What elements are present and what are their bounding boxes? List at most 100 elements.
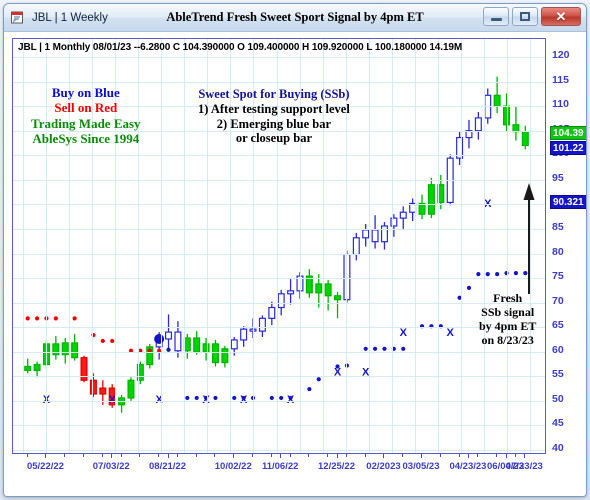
- stop-dot: [110, 338, 115, 344]
- price-badge-last: 101.22: [550, 141, 586, 156]
- candle-bar: [380, 222, 388, 250]
- date-tick-mark: [505, 454, 507, 458]
- candle-bar: [324, 280, 332, 311]
- stop-dot: [44, 316, 49, 321]
- close-button[interactable]: ✕: [541, 7, 581, 26]
- ssb-x-marker: X: [484, 198, 492, 210]
- ssb-x-marker: X: [43, 394, 51, 406]
- candle-bar: [315, 274, 323, 308]
- price-axis: 1201151101051009590858075706560555045401…: [550, 38, 586, 454]
- stop-dot: [138, 348, 143, 353]
- stop-dot: [476, 272, 481, 277]
- candle-bar: [249, 318, 257, 338]
- price-tick-label: 110: [552, 98, 569, 111]
- price-tick-label: 55: [552, 368, 564, 381]
- ssb-x-marker: X: [155, 394, 163, 406]
- stop-dot: [429, 324, 434, 329]
- stop-dot: [213, 395, 218, 401]
- candle-bar: [268, 301, 276, 326]
- stop-dot: [279, 395, 284, 401]
- date-tick-label: 02/2023: [366, 461, 401, 472]
- candle-bar: [456, 131, 464, 166]
- ssb-x-marker: X: [202, 394, 210, 406]
- maximize-button[interactable]: [512, 7, 538, 26]
- date-minor-tick: [176, 454, 178, 457]
- candle-bar: [89, 373, 97, 397]
- candle-bar: [399, 206, 407, 229]
- candle-bar: [362, 224, 370, 247]
- stop-dot: [391, 346, 396, 351]
- date-tick-mark: [280, 454, 282, 458]
- date-minor-tick: [496, 454, 498, 457]
- date-minor-tick: [120, 454, 122, 457]
- plot-area[interactable]: JBL | 1 Monthly 08/01/23 --6.2800 C 104.…: [12, 38, 546, 454]
- candle-bar: [127, 377, 135, 401]
- candle-bar: [277, 289, 285, 316]
- stop-dot: [185, 395, 190, 401]
- date-tick-label: 05/22/22: [26, 461, 64, 472]
- price-tick-label: 45: [552, 417, 564, 430]
- candle-bar: [484, 88, 492, 124]
- price-tick-label: 60: [552, 343, 564, 356]
- annotation-left-line4: AbleSys Since 1994: [32, 130, 140, 146]
- candle-bar: [437, 174, 445, 210]
- stop-dot: [344, 363, 350, 368]
- date-tick-label: 04/23/23: [449, 461, 487, 472]
- date-minor-tick: [83, 454, 85, 457]
- date-minor-tick: [327, 454, 329, 457]
- date-tick-mark: [336, 454, 338, 458]
- candle-bar: [174, 321, 182, 358]
- stop-dot: [372, 346, 378, 351]
- annotation-fresh-line4: on 8/23/23: [481, 333, 534, 348]
- date-tick-label: 11/06/22: [261, 461, 299, 472]
- date-tick-mark: [111, 454, 113, 458]
- candle-bar: [230, 337, 238, 356]
- stop-dot: [72, 316, 77, 321]
- candle-bar: [99, 380, 107, 405]
- candle-bar: [371, 215, 379, 249]
- date-tick-label: 08/21/22: [149, 461, 187, 472]
- candle-bar: [521, 125, 529, 150]
- ssb-x-marker: X: [109, 394, 117, 406]
- candle-bar: [136, 361, 144, 385]
- stop-dot: [513, 271, 519, 276]
- stop-dot: [194, 395, 199, 401]
- date-minor-tick: [402, 454, 404, 457]
- candle-bar: [193, 331, 201, 355]
- stop-dot: [307, 386, 312, 392]
- candle-bar: [165, 314, 173, 351]
- date-minor-tick: [458, 454, 460, 457]
- maximize-icon: [520, 12, 530, 21]
- date-tick-label: 07/03/22: [92, 461, 130, 472]
- price-tick-label: 40: [552, 442, 564, 454]
- application-icon: [10, 10, 26, 26]
- ssb-x-marker: X: [240, 394, 248, 406]
- date-minor-tick: [421, 454, 423, 457]
- date-tick-label: 03/05/23: [402, 461, 440, 472]
- date-minor-tick: [270, 454, 272, 457]
- date-minor-tick: [289, 454, 291, 457]
- price-tick-label: 70: [552, 294, 564, 307]
- chart-window: JBL | 1 Weekly AbleTrend Fresh Sweet Spo…: [3, 3, 587, 497]
- date-tick-label: 07/23/23: [505, 461, 543, 472]
- date-minor-tick: [233, 454, 235, 457]
- minimize-button[interactable]: [483, 7, 509, 26]
- date-minor-tick: [308, 454, 310, 457]
- candle-bar: [211, 339, 219, 367]
- price-tick-label: 80: [552, 245, 564, 258]
- date-minor-tick: [158, 454, 160, 457]
- date-axis: 05/22/22 07/03/22 08/21/22 10/02/22 11/06/22…: [12, 454, 546, 484]
- stop-dot: [466, 285, 472, 290]
- date-minor-tick: [26, 454, 28, 457]
- close-icon: ✕: [555, 9, 567, 24]
- stop-dot: [128, 348, 134, 353]
- price-tick-label: 115: [552, 73, 569, 86]
- stop-dot: [316, 377, 321, 382]
- date-minor-tick: [477, 454, 479, 457]
- candle-bar: [512, 106, 520, 141]
- ssb-x-marker: X: [447, 327, 455, 339]
- candle-bar: [118, 394, 126, 413]
- candle-bar: [493, 76, 501, 114]
- stop-dot: [147, 348, 152, 353]
- ssb-x-marker: X: [334, 366, 342, 378]
